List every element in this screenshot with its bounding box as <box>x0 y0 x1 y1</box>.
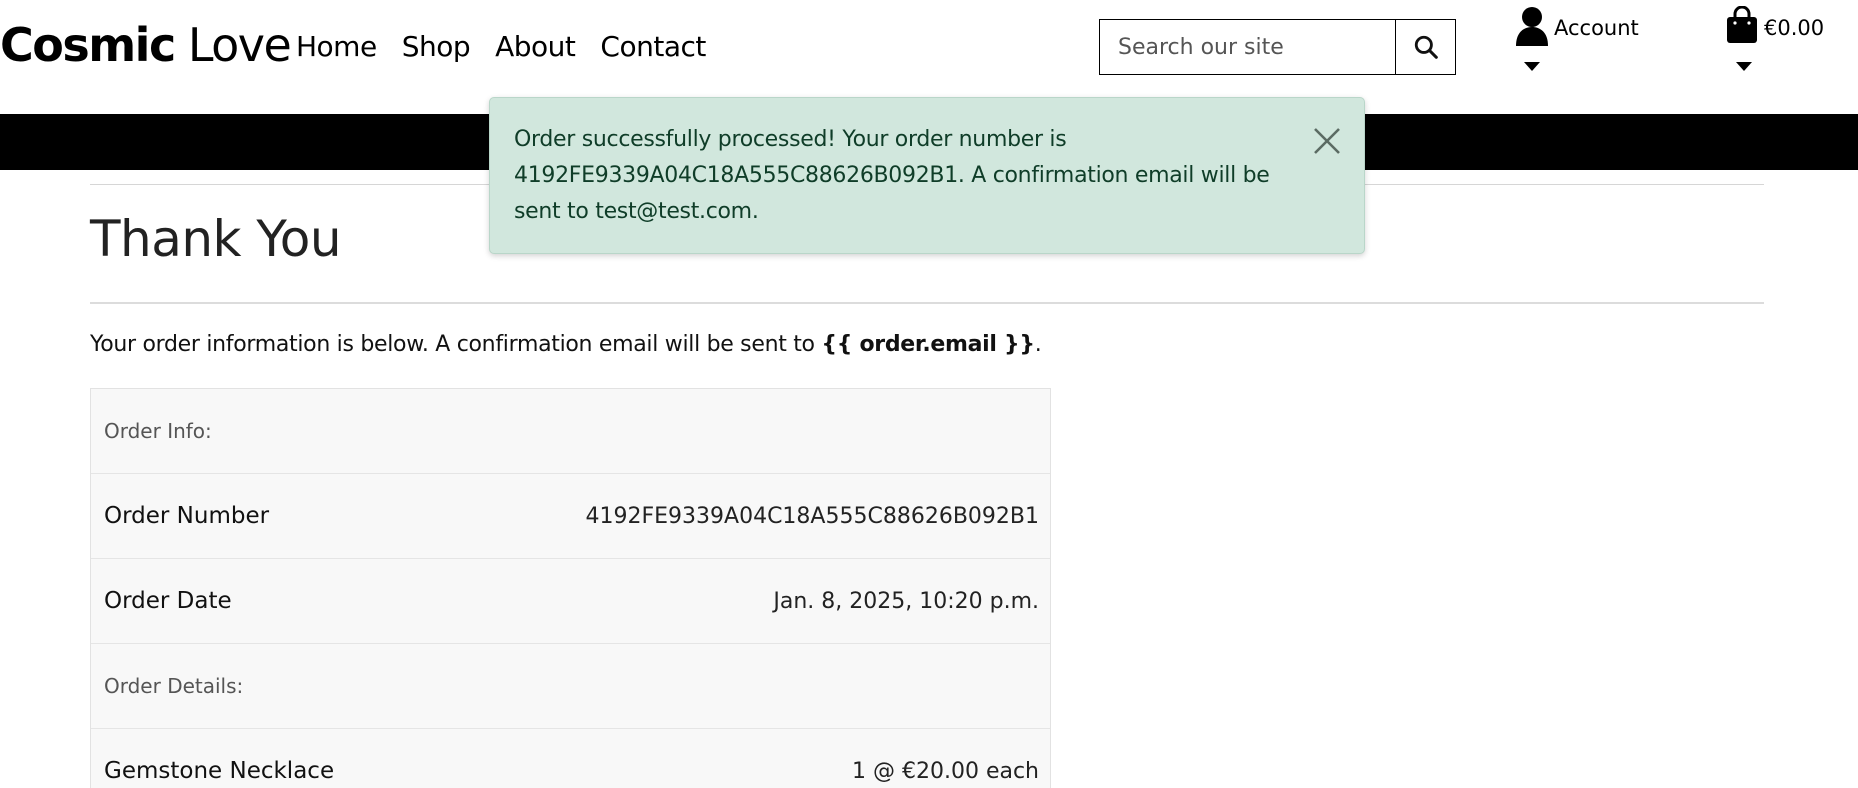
order-number-label: Order Number <box>104 503 270 529</box>
close-icon[interactable] <box>1312 126 1342 156</box>
item-name: Gemstone Necklace <box>104 758 335 784</box>
table-row: Order Info: <box>91 389 1050 474</box>
account-menu[interactable]: Account <box>1514 6 1644 78</box>
table-row: Order Date Jan. 8, 2025, 10:20 p.m. <box>91 559 1050 644</box>
intro-text: Your order information is below. A confi… <box>90 332 1042 357</box>
intro-email: {{ order.email }} <box>821 332 1035 357</box>
shopping-bag-icon <box>1727 6 1757 43</box>
order-number-value: 4192FE9339A04C18A555C88626B092B1 <box>585 504 1040 529</box>
search-button[interactable] <box>1395 19 1456 75</box>
shopping-bag-menu[interactable]: €0.00 <box>1726 6 1846 78</box>
table-row: Order Number 4192FE9339A04C18A555C88626B… <box>91 474 1050 559</box>
search-form <box>1099 19 1456 75</box>
main-nav: Home Shop About Contact <box>296 30 706 63</box>
chevron-down-icon <box>1524 62 1540 71</box>
bag-total: €0.00 <box>1764 16 1825 40</box>
nav-home-link[interactable]: Home <box>296 30 377 63</box>
search-icon <box>1414 35 1438 59</box>
site-logo[interactable]: Cosmic Love <box>0 18 292 72</box>
item-quantity-price: 1 @ €20.00 each <box>851 759 1039 784</box>
intro-text-end: . <box>1034 332 1042 357</box>
success-toast: Order successfully processed! Your order… <box>489 97 1365 254</box>
order-summary-table: Order Info: Order Number 4192FE9339A04C1… <box>90 388 1051 788</box>
page-title: Thank You <box>90 210 342 268</box>
chevron-down-icon <box>1736 62 1752 71</box>
toast-message: Order successfully processed! Your order… <box>514 127 1270 224</box>
logo-light-text: Love <box>187 18 292 72</box>
nav-contact-link[interactable]: Contact <box>600 30 706 63</box>
logo-bold-text: Cosmic <box>0 18 176 72</box>
order-date-value: Jan. 8, 2025, 10:20 p.m. <box>773 589 1039 614</box>
nav-shop-link[interactable]: Shop <box>402 30 471 63</box>
section-heading-order-info: Order Info: <box>104 419 212 443</box>
order-date-label: Order Date <box>104 588 232 614</box>
section-heading-order-details: Order Details: <box>104 674 244 698</box>
user-icon <box>1516 7 1548 46</box>
divider <box>90 302 1764 304</box>
nav-about-link[interactable]: About <box>495 30 576 63</box>
intro-text-main: Your order information is below. A confi… <box>90 332 822 357</box>
account-label: Account <box>1554 16 1639 40</box>
table-row: Gemstone Necklace 1 @ €20.00 each <box>91 729 1050 788</box>
table-row: Order Details: <box>91 644 1050 729</box>
search-input[interactable] <box>1099 19 1395 75</box>
